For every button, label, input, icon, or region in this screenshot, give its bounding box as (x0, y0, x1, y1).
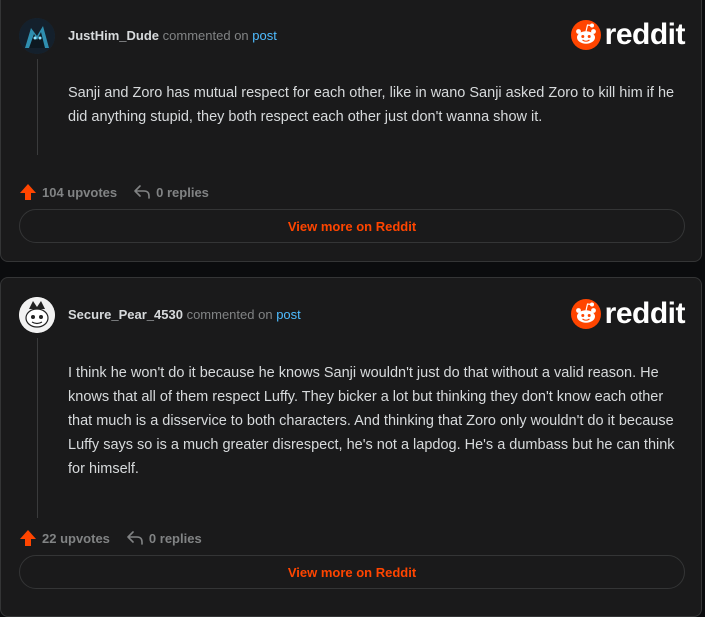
reply-arrow-icon (134, 185, 150, 199)
reply-count: 0 replies (148, 530, 202, 546)
reddit-wordmark: reddit (604, 297, 686, 330)
comment-card: JustHim_Dude commented on post reddit Sa… (0, 0, 702, 262)
reddit-snoo-icon (570, 299, 601, 329)
view-more-button[interactable]: View more on Reddit (19, 209, 685, 243)
reddit-wordmark: reddit (604, 18, 686, 51)
replies-button[interactable]: 0 replies (126, 530, 202, 546)
thread-line (37, 338, 38, 518)
view-more-button[interactable]: View more on Reddit (19, 555, 685, 589)
user-avatar[interactable] (19, 297, 55, 333)
upvote-button[interactable]: 22 upvotes (19, 529, 110, 547)
reddit-logo[interactable]: reddit (570, 297, 686, 330)
comment-meta: JustHim_Dude commented on post (68, 28, 277, 43)
thread-line (37, 59, 38, 155)
reply-count: 0 replies (156, 184, 209, 200)
upvote-count: 104 upvotes (42, 184, 118, 200)
username[interactable]: JustHim_Dude (68, 28, 159, 43)
upvote-count: 22 upvotes (42, 530, 110, 546)
replies-button[interactable]: 0 replies (133, 184, 209, 200)
post-link[interactable]: post (276, 307, 301, 322)
reddit-snoo-icon (570, 20, 601, 50)
comment-actions: 22 upvotes 0 replies (19, 529, 202, 547)
comment-body: I think he won't do it because he knows … (68, 365, 675, 477)
reddit-logo[interactable]: reddit (570, 18, 686, 51)
user-avatar[interactable] (19, 18, 55, 54)
action-text: commented on (162, 28, 249, 43)
comment-body: Sanji and Zoro has mutual respect for ea… (68, 85, 675, 125)
comment-meta: Secure_Pear_4530 commented on post (68, 307, 301, 322)
comment-actions: 104 upvotes 0 replies (19, 183, 209, 201)
comment-card: Secure_Pear_4530 commented on post reddi… (0, 277, 702, 617)
upvote-arrow-icon (20, 184, 36, 200)
action-text: commented on (186, 307, 273, 322)
post-link[interactable]: post (252, 28, 277, 43)
username[interactable]: Secure_Pear_4530 (68, 307, 183, 322)
upvote-arrow-icon (20, 530, 36, 546)
upvote-button[interactable]: 104 upvotes (19, 183, 117, 201)
reply-arrow-icon (127, 531, 143, 545)
